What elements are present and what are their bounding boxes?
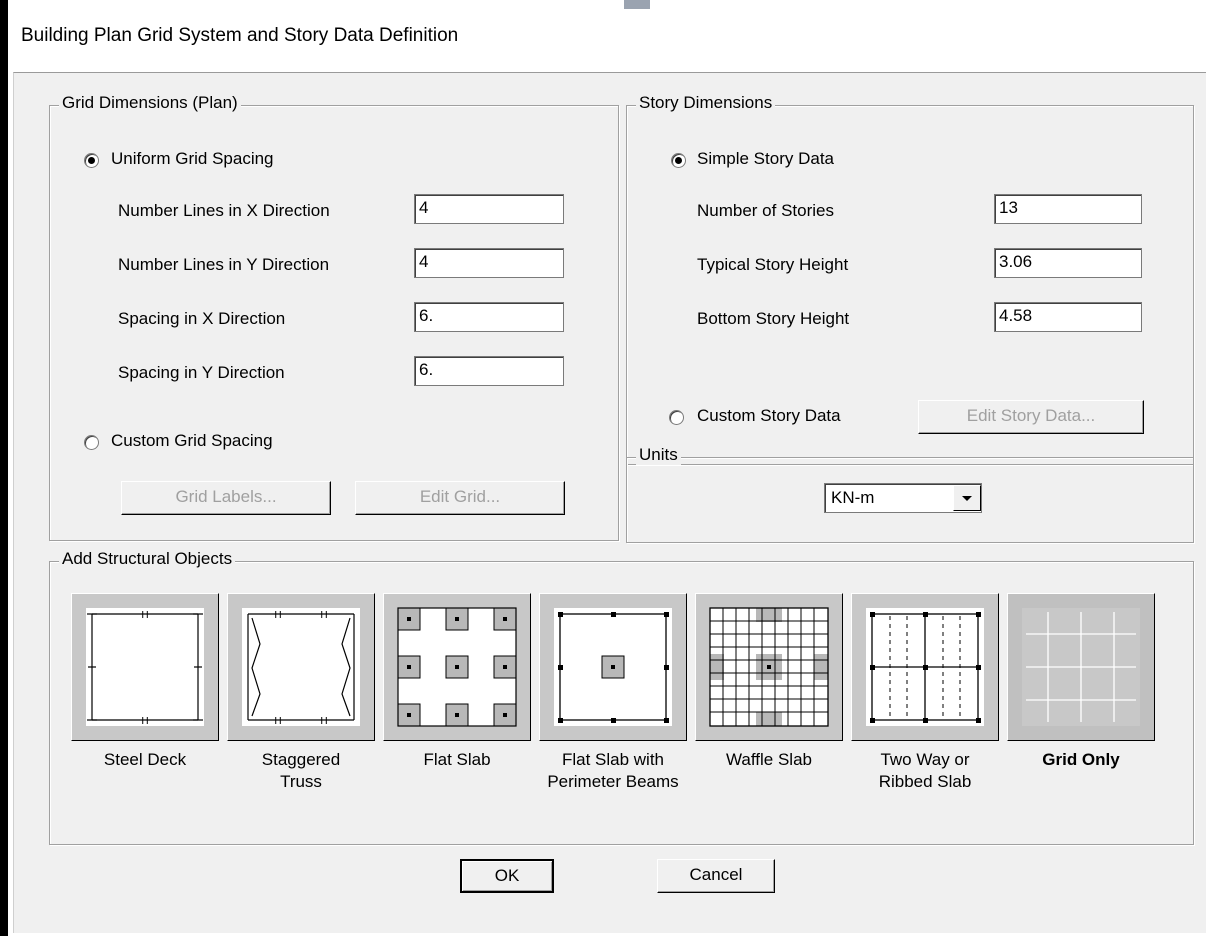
two-way-ribbed-slab-icon [866, 608, 984, 726]
staggered-truss-caption: Staggered Truss [261, 750, 341, 791]
window-title: Building Plan Grid System and Story Data… [21, 25, 459, 46]
simple-story-data-label[interactable]: Simple Story Data [697, 149, 834, 169]
chevron-down-icon [962, 496, 972, 501]
spacing-x-input[interactable]: 6. [414, 302, 564, 332]
units-dropdown-button[interactable] [953, 485, 981, 511]
grid-dimensions-title: Grid Dimensions (Plan) [59, 93, 241, 113]
spacing-y-input[interactable]: 6. [414, 356, 564, 386]
simple-story-data-radio[interactable] [671, 153, 686, 168]
window-frame-top [8, 0, 1212, 8]
steel-deck-caption: Steel Deck [103, 750, 187, 769]
cancel-button[interactable]: Cancel [657, 859, 775, 893]
dialog-body: Grid Dimensions (Plan) Uniform Grid Spac… [13, 72, 1206, 933]
typical-story-height-input[interactable]: 3.06 [994, 248, 1142, 278]
story-dimensions-title: Story Dimensions [636, 93, 776, 113]
staggered-truss-tile[interactable]: H H H H [227, 593, 375, 741]
ok-button[interactable]: OK [460, 859, 554, 893]
units-select[interactable]: KN-m [824, 483, 982, 513]
edit-story-data-button[interactable]: Edit Story Data... [918, 400, 1144, 434]
lines-y-label: Number Lines in Y Direction [118, 255, 330, 274]
svg-text:H: H [320, 716, 328, 727]
custom-grid-spacing-radio[interactable] [84, 435, 99, 450]
spacing-x-label: Spacing in X Direction [118, 309, 286, 328]
bottom-story-height-input[interactable]: 4.58 [994, 302, 1142, 332]
steel-deck-tile[interactable]: H H [71, 593, 219, 741]
typical-story-height-label: Typical Story Height [697, 255, 849, 274]
staggered-truss-icon: H H H H [242, 608, 360, 727]
svg-text:H: H [274, 716, 282, 727]
flat-slab-perimeter-caption: Flat Slab with Perimeter Beams [547, 750, 679, 791]
flat-slab-tile[interactable] [383, 593, 531, 741]
spacing-y-label: Spacing in Y Direction [118, 363, 285, 382]
flat-slab-caption: Flat Slab [423, 750, 491, 769]
grid-only-caption: Grid Only [1042, 750, 1120, 769]
svg-text:H: H [320, 610, 328, 621]
lines-x-input[interactable]: 4 [414, 194, 564, 224]
flat-slab-perimeter-tile[interactable] [539, 593, 687, 741]
two-way-ribbed-slab-caption: Two Way or Ribbed Slab [878, 750, 972, 791]
custom-story-data-radio[interactable] [669, 410, 684, 425]
grid-only-icon [1022, 608, 1140, 726]
window-frame-left [0, 0, 8, 936]
two-way-ribbed-slab-tile[interactable] [851, 593, 999, 741]
flat-slab-icon [397, 607, 517, 727]
grid-only-tile[interactable] [1007, 593, 1155, 741]
uniform-grid-spacing-label[interactable]: Uniform Grid Spacing [111, 149, 274, 169]
lines-x-label: Number Lines in X Direction [118, 201, 330, 220]
svg-text:H: H [141, 610, 149, 621]
svg-text:H: H [141, 716, 149, 727]
flat-slab-perimeter-icon [554, 608, 672, 726]
svg-text:H: H [274, 610, 282, 621]
waffle-slab-caption: Waffle Slab [726, 750, 812, 769]
structural-objects-title: Add Structural Objects [59, 549, 236, 569]
edit-grid-button[interactable]: Edit Grid... [355, 481, 565, 515]
bottom-story-height-label: Bottom Story Height [697, 309, 850, 328]
lines-y-input[interactable]: 4 [414, 248, 564, 278]
units-title: Units [636, 445, 681, 465]
steel-deck-icon: H H [86, 608, 204, 727]
number-of-stories-label: Number of Stories [697, 201, 834, 220]
waffle-slab-tile[interactable] [695, 593, 843, 741]
units-selected-value: KN-m [831, 488, 875, 507]
waffle-slab-icon [709, 607, 829, 727]
custom-story-data-label[interactable]: Custom Story Data [697, 406, 841, 426]
uniform-grid-spacing-radio[interactable] [84, 153, 99, 168]
background-window-mark [624, 0, 650, 9]
number-of-stories-input[interactable]: 13 [994, 194, 1142, 224]
grid-labels-button[interactable]: Grid Labels... [121, 481, 331, 515]
custom-grid-spacing-label[interactable]: Custom Grid Spacing [111, 431, 273, 451]
